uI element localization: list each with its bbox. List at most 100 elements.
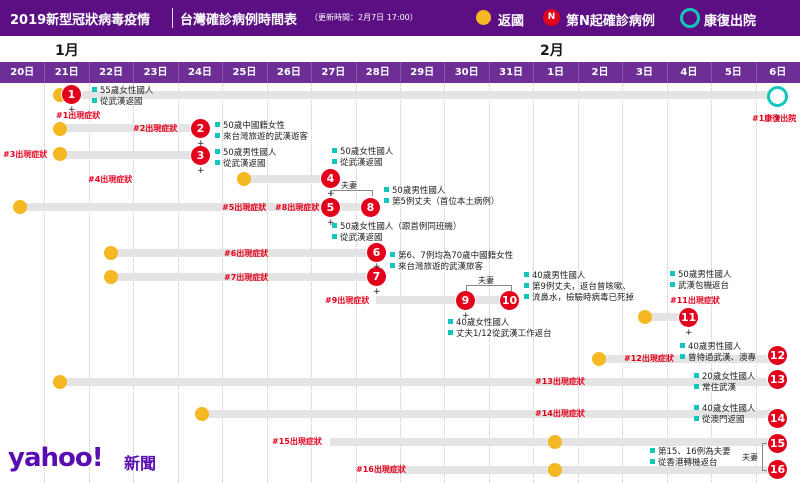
case-4-notes: 50歲女性國人 從武漢返國 (332, 147, 393, 169)
day-1: 21日 (54, 67, 79, 78)
case-badge-12: 12 (768, 346, 787, 365)
day-separator (711, 62, 713, 83)
case-9-10-track (376, 296, 508, 304)
day-gridline (755, 83, 757, 483)
day-gridline (311, 83, 313, 483)
onset-label-11: #11出現症狀 (670, 296, 720, 305)
day-separator (400, 62, 401, 83)
header-bar: 2019新型冠狀病毒疫情 台灣確診病例時間表 （更新時間：2月7日 17:00）… (0, 0, 800, 36)
case-13-track (60, 378, 778, 386)
day-separator (222, 62, 224, 83)
onset-label-4: #4出現症狀 (88, 175, 133, 184)
onset-label-12: #12出現症狀 (624, 354, 674, 363)
page-title: 2019新型冠狀病毒疫情 (10, 13, 151, 28)
return-dot-11 (638, 310, 652, 324)
return-dot-5 (13, 200, 27, 214)
pin-2: + (197, 139, 205, 149)
case-badge-6: 6 (367, 243, 386, 262)
day-gridline (44, 83, 46, 483)
recovered-label-1: #1康復出院 (752, 114, 797, 123)
return-dot-15 (548, 435, 562, 449)
case-3-notes: 50歲男性國人 從武漢返國 (215, 148, 276, 170)
day-6: 26日 (276, 67, 301, 78)
case-badge-9: 9 (456, 291, 475, 310)
case-6-7-notes: 第6、7例均為70歲中國籍女性 來台灣旅遊的武漢旅客 (390, 251, 513, 273)
case-badge-2: 2 (191, 119, 210, 138)
spouse-label-9-10: 夫妻 (478, 276, 494, 285)
day-8: 28日 (365, 67, 390, 78)
case-1-notes: 55歲女性國人 從武漢返國 (92, 86, 153, 108)
day-separator (88, 62, 90, 83)
onset-label-7: #7出現症狀 (224, 273, 269, 282)
day-gridline (266, 83, 268, 483)
case-12-notes: 40歲男性國人 曾待過武漢、澳專 (680, 342, 756, 364)
pin-7: + (373, 287, 381, 297)
return-dot-2 (53, 122, 67, 136)
onset-label-8: #8出現症狀 (275, 203, 320, 212)
legend-return-label: 返國 (498, 14, 525, 29)
return-dot-7 (104, 270, 118, 284)
day-16: 5日 (724, 67, 742, 78)
onset-label-15: #15出現症狀 (272, 437, 322, 446)
day-gridline (666, 83, 668, 483)
case-badge-4: 4 (321, 169, 340, 188)
day-separator (444, 62, 446, 83)
case-11-notes: 50歲男性國人 武漢包機返台 (670, 270, 731, 292)
case-2-notes: 50歲中國籍女性 來台灣旅遊的武漢遊客 (215, 121, 308, 143)
day-separator (266, 62, 268, 83)
pin-11: + (685, 328, 693, 338)
case-2-track (60, 124, 200, 132)
day-separator (488, 62, 490, 83)
day-separator (666, 62, 668, 83)
case-14-track (202, 410, 778, 418)
day-separator (622, 62, 624, 83)
day-10: 30日 (454, 67, 479, 78)
day-gridline (177, 83, 179, 483)
case-4-track (244, 175, 330, 183)
day-gridline (88, 83, 90, 483)
month-feb: 2月 (540, 43, 564, 59)
day-gridline (355, 83, 357, 483)
day-gridline (400, 83, 401, 483)
case-badge-11: 11 (679, 308, 698, 327)
case-badge-1: 1 (62, 85, 81, 104)
onset-label-2: #2出現症狀 (133, 124, 178, 133)
day-separator (311, 62, 313, 83)
recovered-ring-1 (767, 86, 788, 107)
day-separator (177, 62, 179, 83)
case-13-notes: 20歲女性國人 常住武漢 (694, 372, 755, 394)
legend-case-label: 第N起確診病例 (566, 14, 655, 29)
onset-label-13: #13出現症狀 (535, 377, 585, 386)
return-dot-16 (548, 463, 562, 477)
legend-case-icon: N (543, 9, 560, 26)
day-11: 31日 (499, 67, 524, 78)
onset-label-3: #3出現症狀 (3, 150, 48, 159)
return-dot-14 (195, 407, 209, 421)
day-15: 4日 (680, 67, 698, 78)
spouse-label-5-8: 夫妻 (341, 181, 357, 190)
update-time: （更新時間：2月7日 17:00） (310, 13, 418, 22)
case-14-notes: 40歲女性國人 從澳門返國 (694, 404, 755, 426)
month-jan: 1月 (55, 43, 79, 59)
case-badge-8: 8 (361, 198, 380, 217)
day-13: 2日 (591, 67, 609, 78)
day-gridline (444, 83, 446, 483)
day-5: 25日 (232, 67, 257, 78)
onset-label-5: #5出現症狀 (222, 203, 267, 212)
day-9: 29日 (410, 67, 435, 78)
case-badge-15: 15 (768, 434, 787, 453)
case-badge-14: 14 (768, 409, 787, 428)
case-badge-16: 16 (768, 460, 787, 479)
onset-label-6: #6出現症狀 (224, 249, 269, 258)
yahoo-news-label: 新聞 (124, 454, 157, 473)
day-17: 6日 (769, 67, 787, 78)
day-separator (355, 62, 357, 83)
day-14: 3日 (635, 67, 653, 78)
day-4: 24日 (188, 67, 212, 78)
case-badge-10: 10 (500, 291, 519, 310)
day-3: 23日 (143, 67, 168, 78)
day-2: 22日 (99, 67, 124, 78)
day-separator (577, 62, 579, 83)
chart-title: 台灣確診病例時間表 (180, 13, 298, 28)
return-dot-3 (53, 147, 67, 161)
